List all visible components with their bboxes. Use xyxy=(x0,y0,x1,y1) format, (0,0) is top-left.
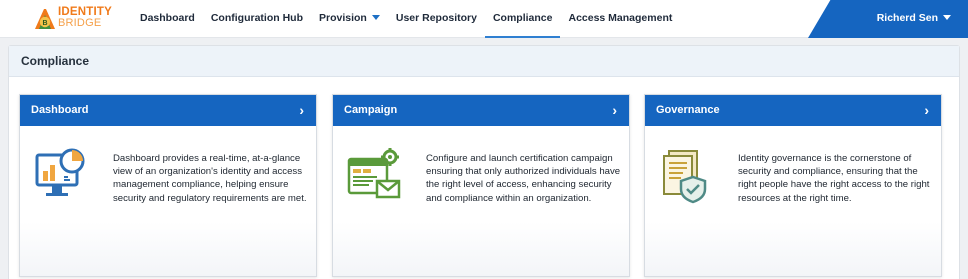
nav-dashboard-label: Dashboard xyxy=(140,12,195,24)
svg-text:B: B xyxy=(42,20,47,27)
chevron-right-icon[interactable]: › xyxy=(612,95,617,126)
logo-emblem-icon: B xyxy=(35,9,55,29)
card-campaign-description: Configure and launch certification campa… xyxy=(426,153,621,204)
card-campaign-title: Campaign xyxy=(344,104,398,116)
campaign-gear-mail-icon xyxy=(347,148,401,199)
nav-provision[interactable]: Provision xyxy=(311,0,388,38)
card-governance-description: Identity governance is the cornerstone o… xyxy=(738,153,930,204)
monitor-chart-icon xyxy=(35,148,85,196)
nav-configuration-hub-label: Configuration Hub xyxy=(210,12,303,24)
card-governance-title: Governance xyxy=(656,104,720,116)
chevron-down-icon xyxy=(943,15,951,20)
main-nav: Dashboard Configuration Hub Provision Us… xyxy=(132,0,680,38)
chevron-down-icon xyxy=(371,15,380,20)
user-menu[interactable]: Richerd Sen xyxy=(877,0,951,37)
nav-user-repository[interactable]: User Repository xyxy=(388,0,485,38)
logo-text-line2: BRIDGE xyxy=(58,17,102,29)
card-governance[interactable]: Governance › Identity governance is the … xyxy=(644,94,942,277)
nav-provision-label: Provision xyxy=(319,12,367,24)
card-dashboard-title: Dashboard xyxy=(31,104,89,116)
card-campaign[interactable]: Campaign › Configure and launch certific… xyxy=(332,94,630,277)
user-name: Richerd Sen xyxy=(876,12,938,24)
card-dashboard-description: Dashboard provides a real-time, at-a-gla… xyxy=(113,153,307,204)
top-navigation-bar: B IDENTITY BRIDGE Dashboard Configuratio… xyxy=(0,0,968,38)
nav-user-repository-label: User Repository xyxy=(395,12,477,24)
nav-compliance[interactable]: Compliance xyxy=(484,0,561,38)
card-campaign-header[interactable]: Campaign › xyxy=(333,95,629,126)
documents-shield-icon xyxy=(663,150,707,204)
card-governance-header[interactable]: Governance › xyxy=(645,95,941,126)
compliance-panel: Compliance Dashboard › Dashboard provide… xyxy=(8,45,960,279)
identity-bridge-logo[interactable]: B IDENTITY BRIDGE xyxy=(32,5,112,33)
card-dashboard-header[interactable]: Dashboard › xyxy=(20,95,316,126)
chevron-right-icon[interactable]: › xyxy=(924,95,929,126)
chevron-right-icon[interactable]: › xyxy=(299,95,304,126)
nav-dashboard[interactable]: Dashboard xyxy=(132,0,203,38)
nav-compliance-label: Compliance xyxy=(492,12,553,24)
nav-access-management[interactable]: Access Management xyxy=(560,0,680,38)
card-dashboard[interactable]: Dashboard › Dashboard provides a real-ti… xyxy=(19,94,317,277)
nav-access-management-label: Access Management xyxy=(568,12,673,24)
nav-configuration-hub[interactable]: Configuration Hub xyxy=(203,0,311,38)
page-title: Compliance xyxy=(9,46,959,77)
